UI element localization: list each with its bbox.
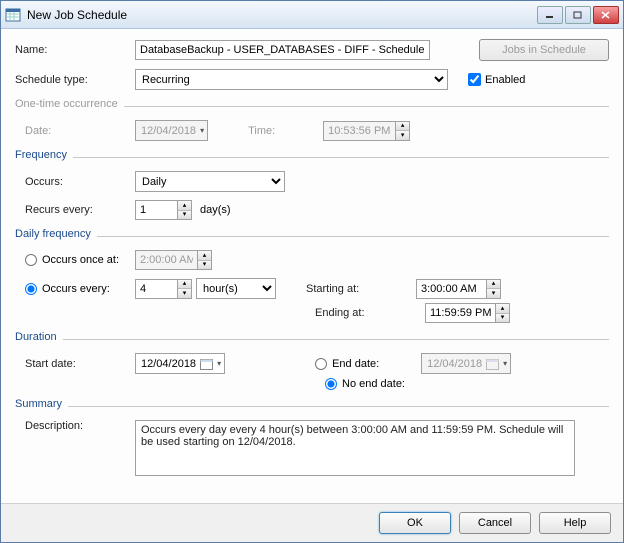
no-end-date-radio[interactable]: No end date: — [325, 378, 405, 390]
occurs-every-radio[interactable]: Occurs every: — [25, 283, 135, 295]
starting-at-label: Starting at: — [306, 283, 416, 295]
dialog-window: New Job Schedule Name: Jobs in Schedule … — [0, 0, 624, 543]
recurs-every-label: Recurs every: — [25, 204, 135, 216]
occurs-every-unit-select[interactable]: hour(s) — [196, 278, 276, 299]
maximize-button[interactable] — [565, 6, 591, 24]
starting-at-spinner[interactable]: ▴▾ — [416, 279, 501, 299]
schedule-type-select[interactable]: Recurring — [135, 69, 448, 90]
minimize-button[interactable] — [537, 6, 563, 24]
one-time-time-spinner: ▴▾ — [323, 121, 410, 141]
duration-section-label: Duration — [15, 331, 57, 343]
divider — [97, 236, 609, 237]
name-input[interactable] — [135, 40, 430, 60]
ok-button[interactable]: OK — [379, 512, 451, 534]
ending-at-label: Ending at: — [315, 307, 425, 319]
divider — [124, 106, 609, 107]
occurs-label: Occurs: — [25, 176, 135, 188]
chevron-down-icon: ▾ — [503, 359, 507, 368]
schedule-type-label: Schedule type: — [15, 74, 135, 86]
one-time-date-label: Date: — [25, 125, 135, 137]
start-date-label: Start date: — [25, 358, 135, 370]
daily-frequency-section-label: Daily frequency — [15, 228, 91, 240]
window-controls — [537, 6, 619, 24]
app-icon — [5, 7, 21, 23]
divider — [63, 339, 609, 340]
name-label: Name: — [15, 44, 135, 56]
start-date-picker[interactable]: 12/04/2018 ▾ — [135, 353, 225, 374]
close-button[interactable] — [593, 6, 619, 24]
enabled-checkbox[interactable]: Enabled — [468, 73, 525, 86]
occurs-every-n-spinner[interactable]: ▴▾ — [135, 279, 192, 299]
summary-section-label: Summary — [15, 398, 62, 410]
end-date-picker: 12/04/2018 ▾ — [421, 353, 511, 374]
one-time-date-picker: 12/04/2018 ▾ — [135, 120, 208, 141]
frequency-section-label: Frequency — [15, 149, 67, 161]
jobs-in-schedule-button[interactable]: Jobs in Schedule — [479, 39, 609, 61]
cancel-button[interactable]: Cancel — [459, 512, 531, 534]
titlebar[interactable]: New Job Schedule — [1, 1, 623, 29]
ending-at-spinner[interactable]: ▴▾ — [425, 303, 510, 323]
days-suffix-label: day(s) — [200, 204, 231, 216]
occurs-once-time-spinner: ▴▾ — [135, 250, 212, 270]
enabled-checkbox-input[interactable] — [468, 73, 481, 86]
calendar-icon — [200, 358, 213, 370]
one-time-section-label: One-time occurrence — [15, 98, 118, 110]
divider — [68, 406, 609, 407]
enabled-label: Enabled — [485, 74, 525, 86]
description-label: Description: — [25, 420, 135, 432]
divider — [73, 157, 609, 158]
dialog-content: Name: Jobs in Schedule Schedule type: Re… — [1, 29, 623, 503]
window-title: New Job Schedule — [27, 8, 537, 22]
help-button[interactable]: Help — [539, 512, 611, 534]
occurs-once-radio[interactable]: Occurs once at: — [25, 254, 135, 266]
description-textarea[interactable] — [135, 420, 575, 476]
calendar-icon — [486, 358, 499, 370]
recurs-every-spinner[interactable]: ▴▾ — [135, 200, 192, 220]
one-time-time-label: Time: — [248, 125, 298, 137]
chevron-down-icon: ▾ — [200, 126, 204, 135]
chevron-down-icon: ▾ — [217, 359, 221, 368]
end-date-radio[interactable]: End date: — [315, 358, 421, 370]
occurs-select[interactable]: Daily — [135, 171, 285, 192]
dialog-footer: OK Cancel Help — [1, 503, 623, 542]
